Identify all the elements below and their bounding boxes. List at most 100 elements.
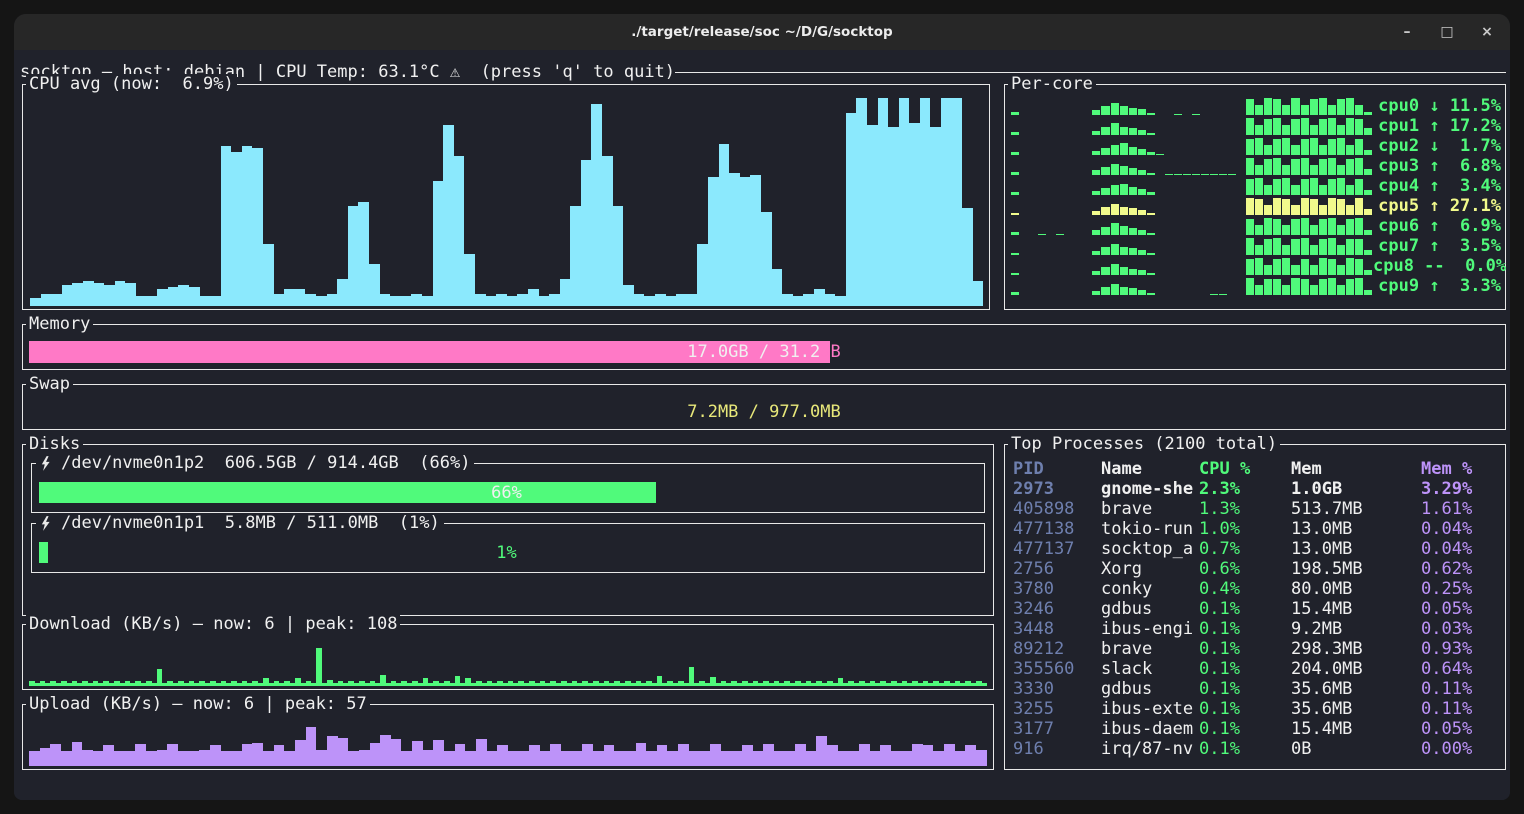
chart-bar (1101, 247, 1109, 255)
process-row: 89212brave0.1%298.3MB0.93% (1013, 639, 1501, 659)
chart-bar (1310, 225, 1318, 235)
core-label: cpu1 ↑ 17.2% (1373, 116, 1501, 136)
chart-bar (518, 751, 529, 753)
chart-bar (1355, 179, 1363, 195)
chart-bar (1346, 205, 1354, 215)
chart-bar (1111, 223, 1119, 235)
chart-bar (465, 678, 471, 683)
chart-bar (476, 739, 487, 754)
core-row: cpu5 ↑ 27.1% (1011, 196, 1501, 216)
chart-bar (1101, 227, 1109, 236)
chart-bar (1147, 133, 1155, 135)
chart-bar (1328, 278, 1336, 295)
terminal-screen[interactable]: socktop — host: debian | CPU Temp: 63.1°… (14, 50, 1510, 800)
disk-1-spacer2 (378, 513, 398, 533)
chart-bar (496, 294, 507, 306)
process-cell-mem: 35.6MB (1291, 679, 1421, 699)
chart-bar (1319, 98, 1327, 115)
process-cell-memp: 0.11% (1421, 699, 1501, 719)
chart-bar (337, 279, 348, 306)
chart-bar (1337, 125, 1345, 135)
chart-bar (454, 156, 465, 306)
process-cell-name: gdbus (1101, 679, 1199, 699)
disk-1-device: /dev/nvme0n1p1 (61, 513, 204, 533)
chart-bar (1328, 179, 1336, 195)
chart-bar (803, 294, 814, 306)
chart-bar (1264, 205, 1272, 215)
disk-1-pct: (1%) (399, 513, 440, 533)
chart-bar (1364, 190, 1372, 195)
chart-bar (657, 676, 663, 683)
process-cell-cpu: 0.1% (1199, 679, 1291, 699)
process-cell-mem: 513.7MB (1291, 499, 1421, 519)
chart-bar (1328, 198, 1336, 215)
chart-bar (1111, 264, 1119, 275)
chart-bar (529, 681, 535, 683)
close-button[interactable]: × (1478, 14, 1496, 50)
chart-bar (870, 751, 881, 753)
chart-bar (423, 678, 429, 683)
top-processes-title: Top Processes (2100 total) (1008, 434, 1280, 454)
chart-bar (316, 296, 327, 306)
chart-bar (888, 127, 899, 306)
chart-bar (1319, 258, 1327, 275)
chart-bar (274, 745, 285, 753)
core-row: cpu6 ↑ 6.9% (1011, 216, 1501, 236)
chart-bar (570, 206, 581, 306)
chart-bar (774, 681, 780, 683)
chart-bar (1337, 245, 1345, 255)
disk-0-spacer2 (399, 453, 419, 473)
maximize-button[interactable]: □ (1438, 14, 1456, 50)
chart-bar (1291, 185, 1299, 195)
chart-bar (210, 681, 216, 683)
chart-bar (252, 681, 258, 683)
chart-bar (582, 681, 588, 683)
chart-bar (390, 296, 401, 306)
chart-bar (550, 681, 556, 683)
process-cell-mem: 9.2MB (1291, 619, 1421, 639)
chart-bar (699, 751, 710, 753)
column-header-memp: Mem % (1421, 459, 1501, 479)
header-rule (675, 72, 1506, 73)
process-cell-cpu: 0.1% (1199, 599, 1291, 619)
chart-bar (359, 750, 370, 753)
chart-bar (955, 681, 961, 683)
chart-bar (623, 285, 634, 306)
chart-bar (1310, 285, 1318, 295)
chart-bar (719, 144, 730, 306)
chart-bar (667, 751, 678, 753)
disk-panel-nvme0n1p2: /dev/nvme0n1p2 606.5GB / 914.4GB (66%) 6… (31, 463, 985, 513)
chart-bar (455, 744, 466, 753)
window-titlebar[interactable]: ./target/release/soc ~/D/G/socktop – □ × (14, 14, 1510, 50)
chart-bar (274, 681, 280, 683)
chart-bar (1319, 279, 1327, 295)
process-cell-pid: 3177 (1013, 719, 1101, 739)
chart-bar (263, 244, 274, 306)
chart-bar (1273, 158, 1281, 175)
chart-bar (763, 681, 769, 683)
process-cell-pid: 89212 (1013, 639, 1101, 659)
minimize-button[interactable]: – (1398, 14, 1416, 50)
chart-bar (252, 148, 263, 306)
core-row: cpu7 ↑ 3.5% (1011, 236, 1501, 256)
chart-bar (1092, 211, 1100, 215)
process-cell-mem: 1.0GB (1291, 479, 1421, 499)
chart-bar (602, 156, 613, 306)
chart-bar (1337, 178, 1345, 195)
chart-bar (1092, 291, 1100, 295)
chart-bar (1291, 239, 1299, 255)
chart-bar (636, 743, 647, 753)
chart-bar (1301, 105, 1309, 115)
chart-bar (1346, 185, 1354, 195)
core-sparkline (1011, 218, 1373, 235)
chart-bar (1183, 174, 1191, 175)
memory-title: Memory (26, 314, 93, 334)
chart-bar (327, 680, 333, 683)
chart-bar (923, 745, 934, 753)
chart-bar (1310, 245, 1318, 255)
chart-bar (699, 681, 705, 683)
chart-bar (221, 751, 232, 753)
chart-bar (1328, 259, 1336, 275)
core-sparkline (1011, 278, 1373, 295)
process-cell-cpu: 0.1% (1199, 659, 1291, 679)
